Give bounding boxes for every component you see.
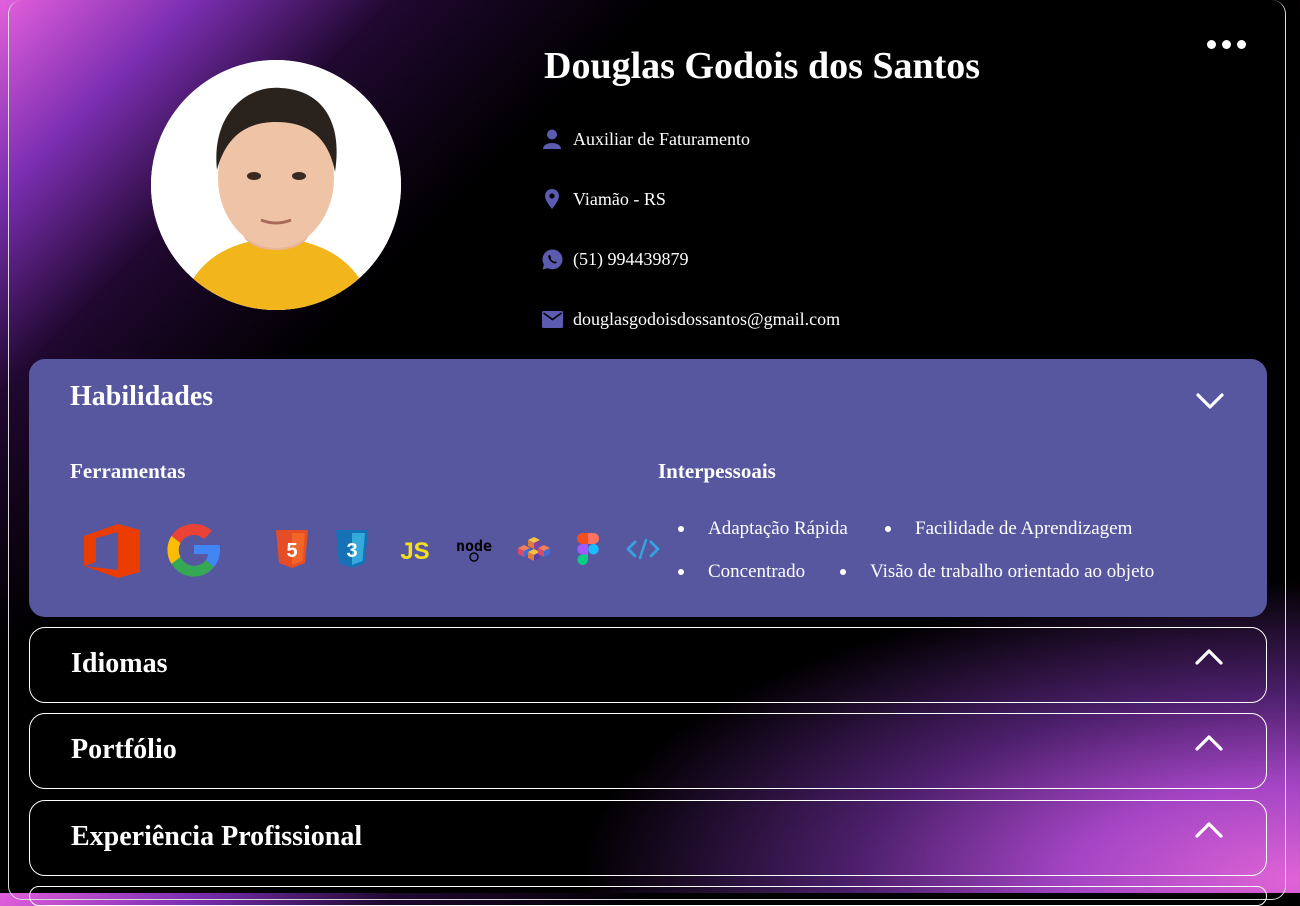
css3-icon: 3	[335, 529, 369, 569]
phone-text[interactable]: (51) 994439879	[573, 249, 689, 270]
more-options-icon[interactable]	[1207, 40, 1246, 49]
avatar	[151, 60, 401, 310]
role-text: Auxiliar de Faturamento	[573, 128, 750, 149]
soft-skill-item: Adaptação Rápida	[678, 518, 848, 539]
svg-text:node: node	[456, 537, 492, 555]
experiencia-panel[interactable]: Experiência Profissional	[29, 800, 1267, 876]
tools-list: 5 3 JS node	[79, 515, 660, 585]
email-row[interactable]: douglasgodoisdossantos@gmail.com	[541, 308, 840, 330]
svg-text:JS: JS	[400, 538, 429, 563]
google-icon	[161, 517, 227, 583]
chevron-up-icon[interactable]	[1194, 733, 1224, 753]
chevron-up-icon[interactable]	[1194, 647, 1224, 667]
tools-heading: Ferramentas	[70, 459, 186, 483]
nodejs-icon: node	[451, 533, 497, 565]
habilidades-panel: Habilidades Ferramentas Interpessoais 5 …	[29, 359, 1267, 617]
figma-icon	[575, 529, 601, 569]
soft-skill-item: Visão de trabalho orientado ao objeto	[839, 561, 1155, 582]
map-pin-icon	[541, 188, 563, 210]
idiomas-panel[interactable]: Idiomas	[29, 627, 1267, 703]
soft-skills-heading: Interpessoais	[658, 459, 776, 483]
blocks-icon	[513, 535, 555, 565]
role-row: Auxiliar de Faturamento	[541, 128, 750, 150]
habilidades-title[interactable]: Habilidades	[70, 381, 213, 413]
email-icon	[541, 308, 563, 330]
javascript-icon: JS	[393, 535, 437, 565]
soft-skill-item: Facilidade de Aprendizagem	[884, 518, 1133, 539]
chevron-up-icon[interactable]	[1194, 820, 1224, 840]
soft-skill-item: Concentrado	[677, 561, 806, 582]
whatsapp-icon	[541, 248, 563, 270]
office-icon	[83, 523, 141, 579]
profile-name: Douglas Godois dos Santos	[544, 45, 981, 87]
svg-text:5: 5	[286, 540, 297, 562]
email-text[interactable]: douglasgodoisdossantos@gmail.com	[573, 309, 840, 330]
location-text: Viamão - RS	[573, 188, 666, 209]
portfolio-panel[interactable]: Portfólio	[29, 713, 1267, 789]
code-icon	[623, 535, 663, 563]
next-section-panel[interactable]	[29, 886, 1267, 906]
experiencia-title[interactable]: Experiência Profissional	[71, 821, 362, 853]
location-row: Viamão - RS	[541, 188, 666, 210]
phone-row[interactable]: (51) 994439879	[541, 248, 689, 270]
idiomas-title[interactable]: Idiomas	[71, 648, 167, 680]
chevron-down-icon[interactable]	[1195, 391, 1225, 411]
html5-icon: 5	[275, 529, 309, 569]
user-icon	[541, 128, 563, 150]
portfolio-title[interactable]: Portfólio	[71, 734, 177, 766]
svg-text:3: 3	[346, 540, 357, 562]
